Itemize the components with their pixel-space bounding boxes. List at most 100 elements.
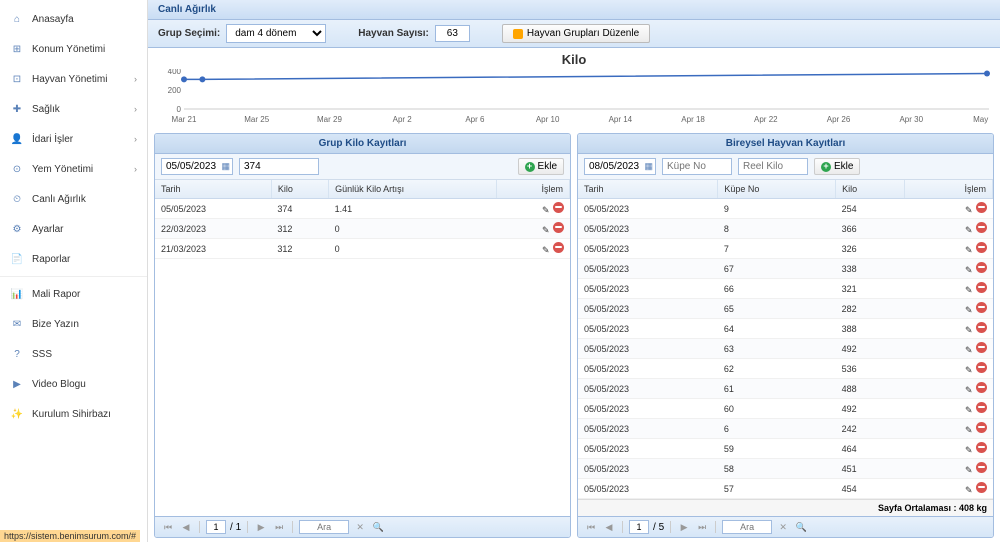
delete-icon[interactable] xyxy=(976,402,987,413)
delete-icon[interactable] xyxy=(976,442,987,453)
indiv-kilo-input[interactable] xyxy=(738,158,808,175)
sidebar-item[interactable]: ?SSS xyxy=(0,339,147,369)
sidebar-item[interactable]: ⏲Canlı Ağırlık xyxy=(0,184,147,214)
edit-icon[interactable]: ✎ xyxy=(963,405,973,415)
delete-icon[interactable] xyxy=(976,262,987,273)
delete-icon[interactable] xyxy=(976,282,987,293)
edit-icon[interactable]: ✎ xyxy=(963,285,973,295)
sidebar-item[interactable]: ⊞Konum Yönetimi xyxy=(0,34,147,64)
edit-icon[interactable]: ✎ xyxy=(963,325,973,335)
table-row[interactable]: 05/05/202366321✎ xyxy=(578,279,993,299)
pager-page-input[interactable] xyxy=(206,520,226,534)
column-header[interactable]: Günlük Kilo Artışı xyxy=(329,180,496,199)
edit-icon[interactable]: ✎ xyxy=(963,425,973,435)
sidebar-item[interactable]: 👤İdari İşler› xyxy=(0,124,147,154)
column-header[interactable]: Tarih xyxy=(155,180,271,199)
table-row[interactable]: 05/05/20236242✎ xyxy=(578,419,993,439)
delete-icon[interactable] xyxy=(976,422,987,433)
table-row[interactable]: 05/05/20239254✎ xyxy=(578,199,993,219)
delete-icon[interactable] xyxy=(976,302,987,313)
search-icon[interactable]: 🔍 xyxy=(794,520,808,534)
edit-icon[interactable]: ✎ xyxy=(540,225,550,235)
sidebar-item[interactable]: ▶Video Blogu xyxy=(0,369,147,399)
clear-icon[interactable]: ✕ xyxy=(353,520,367,534)
table-row[interactable]: 21/03/20233120✎ xyxy=(155,239,570,259)
calendar-icon[interactable]: ▦ xyxy=(221,161,230,172)
table-row[interactable]: 05/05/202364388✎ xyxy=(578,319,993,339)
edit-icon[interactable]: ✎ xyxy=(963,385,973,395)
delete-icon[interactable] xyxy=(976,222,987,233)
table-row[interactable]: 05/05/202360492✎ xyxy=(578,399,993,419)
column-header[interactable]: İşlem xyxy=(496,180,570,199)
pager-next[interactable]: ▶ xyxy=(677,520,691,534)
indiv-add-button[interactable]: +Ekle xyxy=(814,158,860,175)
edit-icon[interactable]: ✎ xyxy=(963,445,973,455)
sidebar-item[interactable]: ⌂Anasayfa xyxy=(0,4,147,34)
table-row[interactable]: 05/05/202365282✎ xyxy=(578,299,993,319)
sidebar-item[interactable]: ⊙Yem Yönetimi› xyxy=(0,154,147,184)
delete-icon[interactable] xyxy=(976,202,987,213)
group-kilo-input[interactable] xyxy=(239,158,319,175)
edit-icon[interactable]: ✎ xyxy=(963,465,973,475)
edit-icon[interactable]: ✎ xyxy=(963,345,973,355)
pager-last[interactable]: ⏭ xyxy=(272,520,286,534)
column-header[interactable]: Kilo xyxy=(271,180,328,199)
table-row[interactable]: 05/05/202357454✎ xyxy=(578,479,993,499)
edit-icon[interactable]: ✎ xyxy=(963,365,973,375)
sidebar-item[interactable]: 📄Raporlar xyxy=(0,244,147,274)
edit-icon[interactable]: ✎ xyxy=(963,205,973,215)
table-row[interactable]: 22/03/20233120✎ xyxy=(155,219,570,239)
table-row[interactable]: 05/05/202363492✎ xyxy=(578,339,993,359)
pager-prev[interactable]: ◀ xyxy=(602,520,616,534)
delete-icon[interactable] xyxy=(976,242,987,253)
sidebar-item[interactable]: ✚Sağlık› xyxy=(0,94,147,124)
column-header[interactable]: Tarih xyxy=(578,180,718,199)
delete-icon[interactable] xyxy=(976,322,987,333)
count-input[interactable] xyxy=(435,25,470,42)
delete-icon[interactable] xyxy=(553,222,564,233)
delete-icon[interactable] xyxy=(976,382,987,393)
delete-icon[interactable] xyxy=(976,482,987,493)
sidebar-item[interactable]: ⊡Hayvan Yönetimi› xyxy=(0,64,147,94)
sidebar-item[interactable]: ✨Kurulum Sihirbazı xyxy=(0,399,147,429)
table-row[interactable]: 05/05/202358451✎ xyxy=(578,459,993,479)
clear-icon[interactable]: ✕ xyxy=(776,520,790,534)
column-header[interactable]: Kilo xyxy=(836,180,905,199)
search-icon[interactable]: 🔍 xyxy=(371,520,385,534)
sidebar-item[interactable]: ⚙Ayarlar xyxy=(0,214,147,244)
pager-next[interactable]: ▶ xyxy=(254,520,268,534)
edit-icon[interactable]: ✎ xyxy=(963,265,973,275)
column-header[interactable]: Küpe No xyxy=(718,180,836,199)
pager-first[interactable]: ⏮ xyxy=(161,520,175,534)
edit-groups-button[interactable]: Hayvan Grupları Düzenle xyxy=(502,24,650,43)
pager-first[interactable]: ⏮ xyxy=(584,520,598,534)
group-add-button[interactable]: +Ekle xyxy=(518,158,564,175)
table-row[interactable]: 05/05/20238366✎ xyxy=(578,219,993,239)
edit-icon[interactable]: ✎ xyxy=(540,205,550,215)
indiv-kupe-input[interactable] xyxy=(662,158,732,175)
delete-icon[interactable] xyxy=(976,342,987,353)
pager-search[interactable] xyxy=(299,520,349,534)
table-row[interactable]: 05/05/202359464✎ xyxy=(578,439,993,459)
sidebar-item[interactable]: 📊Mali Rapor xyxy=(0,279,147,309)
delete-icon[interactable] xyxy=(553,202,564,213)
sidebar-item[interactable]: ✉Bize Yazın xyxy=(0,309,147,339)
delete-icon[interactable] xyxy=(553,242,564,253)
table-row[interactable]: 05/05/20237326✎ xyxy=(578,239,993,259)
table-row[interactable]: 05/05/202367338✎ xyxy=(578,259,993,279)
edit-icon[interactable]: ✎ xyxy=(963,485,973,495)
delete-icon[interactable] xyxy=(976,462,987,473)
edit-icon[interactable]: ✎ xyxy=(540,245,550,255)
delete-icon[interactable] xyxy=(976,362,987,373)
edit-icon[interactable]: ✎ xyxy=(963,225,973,235)
table-row[interactable]: 05/05/202361488✎ xyxy=(578,379,993,399)
table-row[interactable]: 05/05/20233741.41✎ xyxy=(155,199,570,219)
pager-prev[interactable]: ◀ xyxy=(179,520,193,534)
edit-icon[interactable]: ✎ xyxy=(963,245,973,255)
pager-page-input[interactable] xyxy=(629,520,649,534)
column-header[interactable]: İşlem xyxy=(904,180,992,199)
pager-search[interactable] xyxy=(722,520,772,534)
edit-icon[interactable]: ✎ xyxy=(963,305,973,315)
calendar-icon[interactable]: ▦ xyxy=(644,161,653,172)
group-select[interactable]: dam 4 dönem xyxy=(226,24,326,43)
